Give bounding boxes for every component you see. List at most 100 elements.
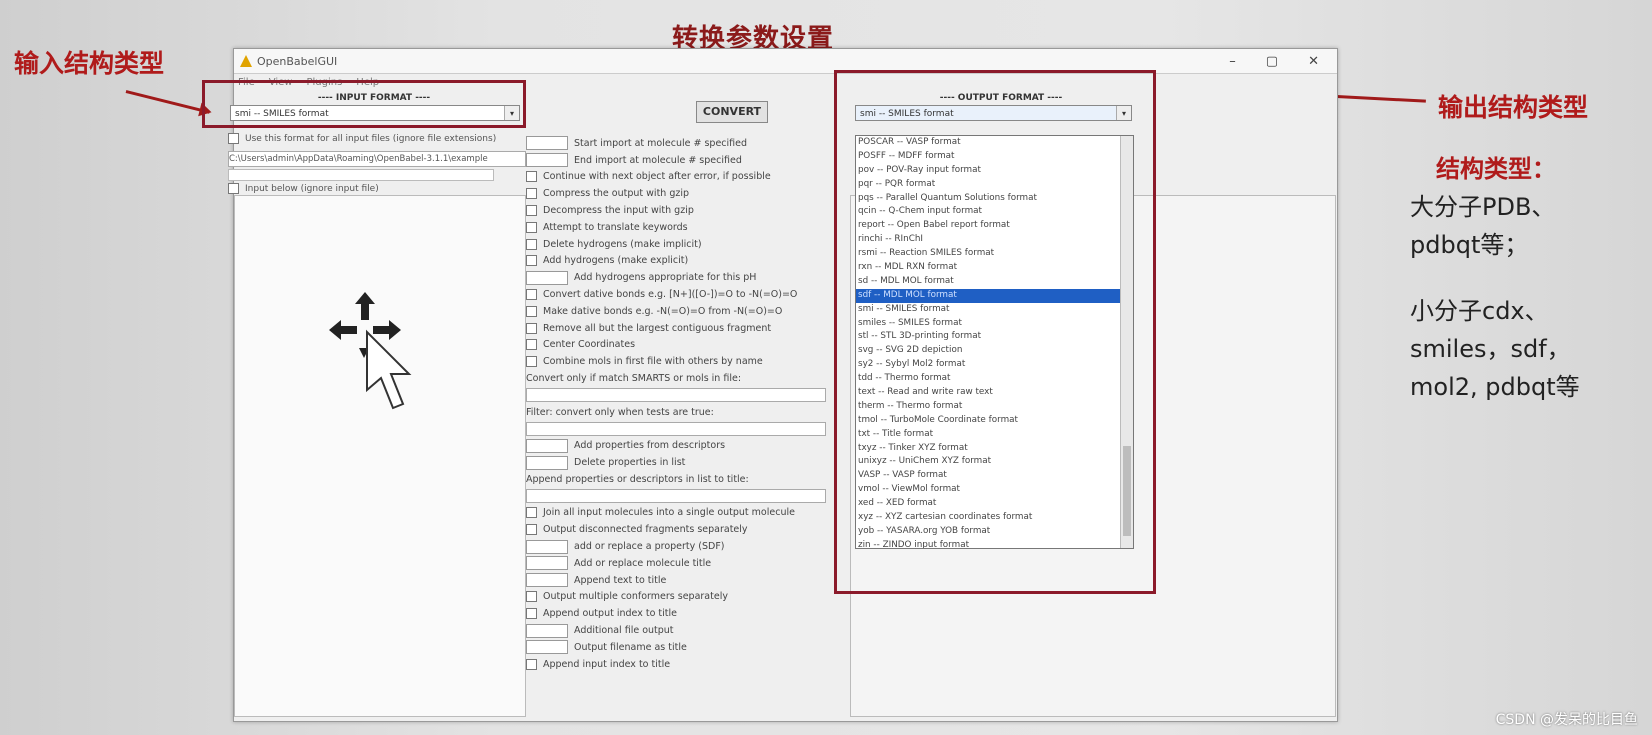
window-title: OpenBabelGUI <box>257 54 338 68</box>
option-label: Additional file output <box>574 625 674 636</box>
option-row[interactable]: Remove all but the largest contiguous fr… <box>526 320 836 337</box>
option-textbox[interactable] <box>526 556 568 571</box>
option-wide-input[interactable] <box>526 421 826 436</box>
option-row[interactable]: Combine mols in first file with others b… <box>526 353 836 370</box>
option-label: Output disconnected fragments separately <box>543 524 748 536</box>
option-row[interactable]: Start import at molecule # specified <box>526 135 836 152</box>
option-row[interactable]: Add hydrogens appropriate for this pH <box>526 269 836 286</box>
option-row[interactable]: Append input index to title <box>526 656 836 673</box>
option-checkbox[interactable] <box>526 221 537 233</box>
option-wide-input[interactable] <box>526 388 826 403</box>
option-row[interactable]: Attempt to translate keywords <box>526 219 836 236</box>
option-checkbox[interactable] <box>526 255 537 267</box>
option-checkbox[interactable] <box>526 608 537 620</box>
option-row[interactable]: Make dative bonds e.g. -N(=O)=O from -N(… <box>526 303 836 320</box>
note-line: mol2, pdbqt等 <box>1410 373 1580 401</box>
option-label: Attempt to translate keywords <box>543 221 688 233</box>
option-checkbox[interactable] <box>526 524 537 536</box>
option-row[interactable]: Convert dative bonds e.g. [N+]([O-])=O t… <box>526 286 836 303</box>
convert-button[interactable]: CONVERT <box>696 101 768 123</box>
use-format-all-checkbox[interactable] <box>228 133 239 144</box>
option-label: Start import at molecule # specified <box>574 137 748 149</box>
option-label: Remove all but the largest contiguous fr… <box>543 322 772 334</box>
option-textbox[interactable] <box>526 640 568 655</box>
option-row[interactable] <box>526 488 836 505</box>
option-label: Combine mols in first file with others b… <box>543 356 763 368</box>
option-wide-input[interactable] <box>526 489 826 504</box>
option-checkbox[interactable] <box>526 591 537 603</box>
option-textbox[interactable] <box>526 153 568 168</box>
option-row[interactable]: Append output index to title <box>526 605 836 622</box>
use-format-all-label: Use this format for all input files (ign… <box>245 133 497 144</box>
option-row[interactable]: Output multiple conformers separately <box>526 589 836 606</box>
option-row[interactable]: Add properties from descriptors <box>526 437 836 454</box>
option-label: Add properties from descriptors <box>574 440 726 452</box>
option-label: Compress the output with gzip <box>543 188 690 200</box>
option-textbox[interactable] <box>526 438 568 453</box>
input-below-option[interactable]: Input below (ignore input file) <box>228 183 379 194</box>
option-textbox[interactable] <box>526 136 568 151</box>
option-row[interactable]: Append text to title <box>526 572 836 589</box>
use-format-all-option[interactable]: Use this format for all input files (ign… <box>228 133 496 144</box>
conversion-options: Start import at molecule # specified End … <box>526 135 836 673</box>
option-row[interactable]: Delete hydrogens (make implicit) <box>526 236 836 253</box>
input-text-area[interactable] <box>234 195 526 717</box>
option-label: Add hydrogens (make explicit) <box>543 255 689 267</box>
option-checkbox[interactable] <box>526 339 537 351</box>
note-line: 大分子PDB、 <box>1410 193 1556 221</box>
option-label: Add or replace molecule title <box>574 557 712 569</box>
note-line: smiles，sdf， <box>1410 335 1571 363</box>
option-label: Append properties or descriptors in list… <box>526 473 749 485</box>
app-logo-icon <box>240 55 252 67</box>
annotation-output-label: 输出结构类型 <box>1438 93 1589 122</box>
option-checkbox[interactable] <box>526 171 537 183</box>
option-checkbox[interactable] <box>526 205 537 217</box>
option-textbox[interactable] <box>526 539 568 554</box>
close-button[interactable]: ✕ <box>1308 54 1319 69</box>
option-row[interactable] <box>526 421 836 438</box>
option-checkbox[interactable] <box>526 289 537 301</box>
option-checkbox[interactable] <box>526 305 537 317</box>
option-row[interactable]: Output filename as title <box>526 639 836 656</box>
option-row: Filter: convert only when tests are true… <box>526 404 836 421</box>
input-below-checkbox[interactable] <box>228 183 239 194</box>
option-label: Append text to title <box>574 574 667 586</box>
minimize-button[interactable]: – <box>1229 54 1236 69</box>
option-checkbox[interactable] <box>526 322 537 334</box>
option-textbox[interactable] <box>526 623 568 638</box>
option-row[interactable]: Compress the output with gzip <box>526 185 836 202</box>
option-row[interactable]: Join all input molecules into a single o… <box>526 505 836 522</box>
option-row[interactable]: Center Coordinates <box>526 337 836 354</box>
input-file-field[interactable] <box>228 169 494 181</box>
maximize-button[interactable]: ▢ <box>1266 54 1278 69</box>
option-checkbox[interactable] <box>526 238 537 250</box>
csdn-watermark: CSDN @发呆的比目鱼 <box>1495 712 1638 728</box>
option-row[interactable]: Continue with next object after error, i… <box>526 169 836 186</box>
option-row[interactable]: Add or replace molecule title <box>526 555 836 572</box>
option-row[interactable]: Add hydrogens (make explicit) <box>526 253 836 270</box>
option-label: add or replace a property (SDF) <box>574 541 725 553</box>
option-row[interactable]: End import at molecule # specified <box>526 152 836 169</box>
option-label: Convert dative bonds e.g. [N+]([O-])=O t… <box>543 289 798 301</box>
option-row[interactable]: Output disconnected fragments separately <box>526 521 836 538</box>
option-textbox[interactable] <box>526 455 568 470</box>
option-row[interactable]: Decompress the input with gzip <box>526 202 836 219</box>
option-row[interactable]: add or replace a property (SDF) <box>526 538 836 555</box>
option-label: Output multiple conformers separately <box>543 591 728 603</box>
structure-type-note: 结构类型： 大分子PDB、 pdbqt等； 小分子cdx、 smiles，sdf… <box>1410 150 1645 406</box>
option-row[interactable]: Additional file output <box>526 622 836 639</box>
option-checkbox[interactable] <box>526 507 537 519</box>
input-file-path[interactable]: C:\Users\admin\AppData\Roaming\OpenBabel… <box>228 151 526 167</box>
openbabel-window: OpenBabelGUI – ▢ ✕ File View Plugins Hel… <box>202 48 1338 722</box>
option-label: Filter: convert only when tests are true… <box>526 406 714 418</box>
option-checkbox[interactable] <box>526 658 537 670</box>
option-checkbox[interactable] <box>526 188 537 200</box>
option-row[interactable] <box>526 387 836 404</box>
option-checkbox[interactable] <box>526 356 537 368</box>
option-label: Convert only if match SMARTS or mols in … <box>526 373 742 385</box>
window-titlebar: OpenBabelGUI – ▢ ✕ <box>234 49 1337 74</box>
option-label: Delete hydrogens (make implicit) <box>543 238 702 250</box>
option-row[interactable]: Delete properties in list <box>526 454 836 471</box>
option-textbox[interactable] <box>526 270 568 285</box>
option-textbox[interactable] <box>526 573 568 588</box>
